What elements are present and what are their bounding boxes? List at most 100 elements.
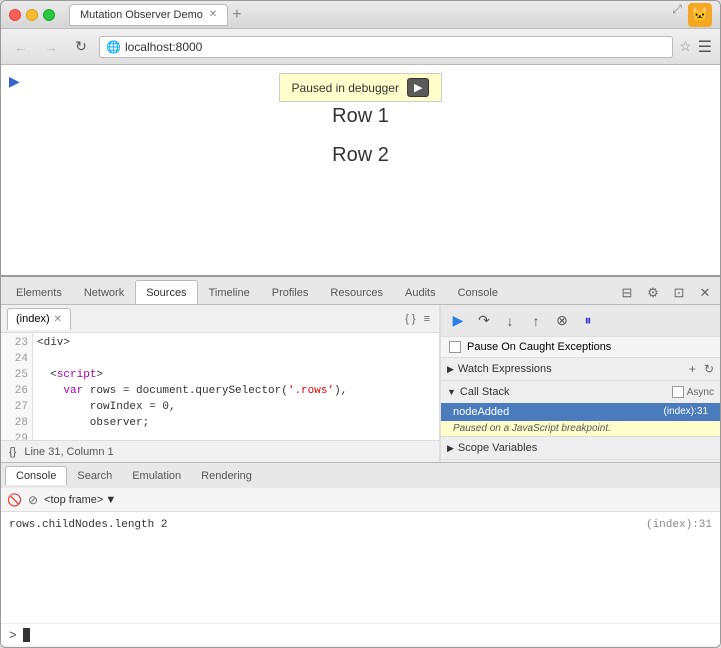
pause-exceptions-checkbox[interactable] <box>449 341 461 353</box>
devtools-close-icon[interactable]: ✕ <box>694 282 716 304</box>
tab-elements[interactable]: Elements <box>5 280 73 304</box>
watch-refresh-icon[interactable]: ↻ <box>704 362 714 376</box>
devtools-dock-icon[interactable]: ⊡ <box>668 282 690 304</box>
console-cursor <box>23 628 30 642</box>
new-tab-button[interactable]: + <box>232 6 241 24</box>
tab-timeline[interactable]: Timeline <box>198 280 261 304</box>
console-frame-dropdown-icon: ▼ <box>105 494 116 506</box>
status-bar: {} Line 31, Column 1 <box>1 440 439 462</box>
scope-variables-section: ▶ Scope Variables <box>441 437 720 460</box>
tab-title: Mutation Observer Demo <box>80 9 203 21</box>
paused-message: Paused on a JavaScript breakpoint. <box>441 421 720 436</box>
title-bar: Mutation Observer Demo ✕ + ⤢ 🐱 <box>1 1 720 29</box>
close-button[interactable] <box>9 9 21 21</box>
code-line-23: <div> <box>37 335 435 351</box>
deactivate-breakpoints-button[interactable]: ⊗ <box>551 310 573 332</box>
source-code-view: 23 24 25 26 27 28 29 30 31 32 33 34 <box>1 333 439 440</box>
watch-add-icon[interactable]: + <box>689 362 696 376</box>
console-tab-search[interactable]: Search <box>67 467 122 485</box>
console-output-line: rows.childNodes.length 2 (index):31 <box>9 516 712 534</box>
url-text: localhost:8000 <box>125 40 202 54</box>
code-line-25: <script> <box>37 367 435 383</box>
code-line-28: observer; <box>37 415 435 431</box>
tab-sources[interactable]: Sources <box>135 280 197 304</box>
scope-arrow-icon: ▶ <box>447 443 454 454</box>
line-num-23: 23 <box>1 335 28 351</box>
maximize-button[interactable] <box>43 9 55 21</box>
source-file-tab[interactable]: (index) ✕ <box>7 308 71 330</box>
devtools-main: (index) ✕ { } ≡ 23 24 25 26 <box>1 305 720 462</box>
console-frame-select[interactable]: <top frame> ▼ <box>44 494 116 506</box>
console-tab-rendering[interactable]: Rendering <box>191 467 262 485</box>
traffic-lights <box>9 9 55 21</box>
console-tab-console[interactable]: Console <box>5 466 67 485</box>
reload-button[interactable]: ↻ <box>69 35 93 59</box>
pause-on-exception-button[interactable]: ⏸ <box>577 310 599 332</box>
scope-variables-label: Scope Variables <box>458 442 537 454</box>
pause-exceptions-row: Pause On Caught Exceptions <box>441 337 720 357</box>
step-out-button[interactable]: ↑ <box>525 310 547 332</box>
console-output-text: rows.childNodes.length 2 <box>9 516 167 534</box>
node-added-loc: (index):31 <box>664 406 708 417</box>
tab-close-icon[interactable]: ✕ <box>209 9 217 20</box>
source-tab-close-icon[interactable]: ✕ <box>54 314 62 325</box>
resume-debug-button[interactable]: ▶ <box>447 310 469 332</box>
async-checkbox[interactable]: Async <box>672 386 714 398</box>
tab-console[interactable]: Console <box>447 280 509 304</box>
source-search-btn[interactable]: ≡ <box>421 313 433 325</box>
source-file-name: (index) <box>16 313 50 325</box>
source-format-btn[interactable]: { } <box>402 313 418 325</box>
status-position: Line 31, Column 1 <box>24 446 113 458</box>
tab-audits[interactable]: Audits <box>394 280 447 304</box>
console-filter-icon[interactable]: ⊘ <box>28 493 38 507</box>
code-lines[interactable]: <div> <script> var rows = document.query… <box>33 333 439 440</box>
pause-exceptions-section: Pause On Caught Exceptions <box>441 337 720 358</box>
forward-button[interactable]: → <box>39 35 63 59</box>
code-line-24 <box>37 351 435 367</box>
back-button[interactable]: ← <box>9 35 33 59</box>
devtools-tab-icons: ⊟ ⚙ ⊡ ✕ <box>616 282 716 304</box>
call-stack-arrow-icon: ▼ <box>447 387 456 397</box>
call-stack-header[interactable]: ▼ Call Stack Async <box>441 381 720 403</box>
tab-profiles[interactable]: Profiles <box>261 280 320 304</box>
browser-tab[interactable]: Mutation Observer Demo ✕ <box>69 4 228 26</box>
bookmark-icon[interactable]: ☆ <box>679 38 692 55</box>
async-check[interactable] <box>672 386 684 398</box>
tab-resources[interactable]: Resources <box>319 280 394 304</box>
source-header-buttons: { } ≡ <box>402 313 433 325</box>
browser-content: ▶ Paused in debugger ▶ Row 1 Row 2 Eleme… <box>1 65 720 647</box>
call-stack-item-nodeadded[interactable]: nodeAdded (index):31 <box>441 403 720 421</box>
step-over-button[interactable]: ↷ <box>473 310 495 332</box>
resume-button[interactable]: ▶ <box>407 78 429 97</box>
watch-expressions-label: Watch Expressions <box>458 363 552 375</box>
watch-expressions-header[interactable]: ▶ Watch Expressions + ↻ <box>441 358 720 380</box>
play-icon: ▶ <box>9 73 20 90</box>
row2-text: Row 2 <box>332 144 389 167</box>
scope-variables-header[interactable]: ▶ Scope Variables <box>441 437 720 459</box>
minimize-button[interactable] <box>26 9 38 21</box>
step-into-button[interactable]: ↓ <box>499 310 521 332</box>
watch-arrow-icon: ▶ <box>447 364 454 375</box>
resume-icon: ▶ <box>414 82 422 94</box>
debugger-banner: Paused in debugger ▶ <box>279 73 443 102</box>
source-panel: (index) ✕ { } ≡ 23 24 25 26 <box>1 305 440 462</box>
console-clear-icon[interactable]: 🚫 <box>7 493 22 507</box>
paused-text: Paused in debugger <box>292 81 399 95</box>
console-tabs: Console Search Emulation Rendering <box>1 462 720 488</box>
node-added-fn: nodeAdded <box>453 406 509 418</box>
console-toolbar: 🚫 ⊘ <top frame> ▼ <box>1 488 720 512</box>
paused-banner: Paused in debugger ▶ <box>279 73 443 102</box>
console-area: 🚫 ⊘ <top frame> ▼ rows.childNodes.length… <box>1 488 720 645</box>
line-num-27: 27 <box>1 399 28 415</box>
line-num-24: 24 <box>1 351 28 367</box>
address-bar[interactable]: 🌐 localhost:8000 <box>99 36 673 58</box>
console-output: rows.childNodes.length 2 (index):31 <box>1 512 720 623</box>
menu-icon[interactable]: ☰ <box>698 37 712 57</box>
nav-bar: ← → ↻ 🌐 localhost:8000 ☆ ☰ <box>1 29 720 65</box>
devtools-drawer-icon[interactable]: ⊟ <box>616 282 638 304</box>
devtools-settings-icon[interactable]: ⚙ <box>642 282 664 304</box>
console-tab-emulation[interactable]: Emulation <box>122 467 191 485</box>
tab-network[interactable]: Network <box>73 280 135 304</box>
resize-icon[interactable]: ⤢ <box>670 3 684 17</box>
console-output-link[interactable]: (index):31 <box>646 516 712 534</box>
